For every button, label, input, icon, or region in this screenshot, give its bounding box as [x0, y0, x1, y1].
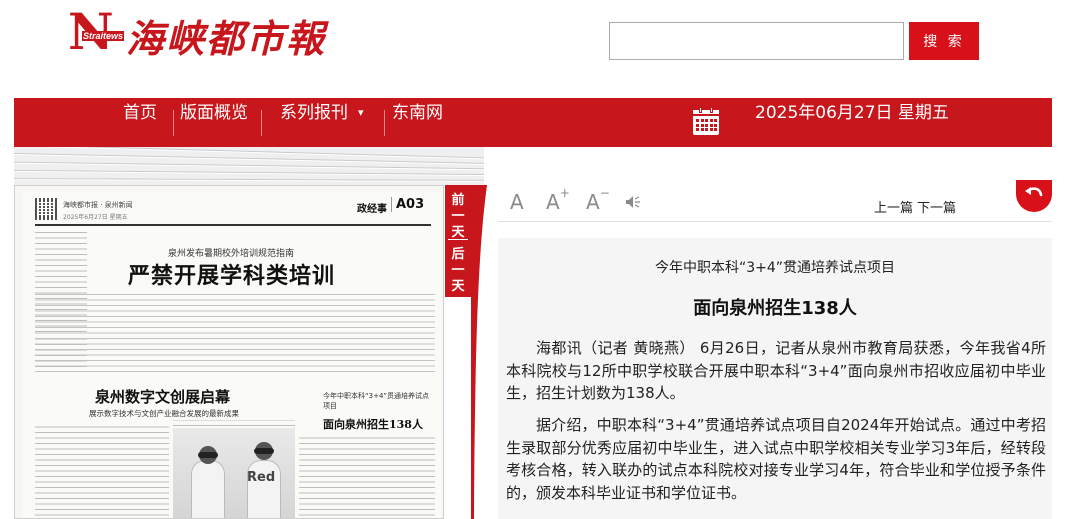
search-button[interactable]: 搜 索 [909, 22, 979, 60]
page-edge-curve [471, 185, 487, 519]
font-decrease-letter: A [586, 190, 600, 214]
nav-item-series-label: 系列报刊 [280, 103, 348, 123]
site-logo[interactable]: N Straitews 海峡都市報 [68, 7, 326, 61]
paper-date: 2025年6月27日 星期五 [63, 214, 128, 221]
paper-meta: 海峡都市报 · 泉州新闻 [63, 201, 133, 209]
article-kicker: 今年中职本科“3+4”贯通培养试点项目 [654, 260, 896, 276]
article-content: 今年中职本科“3+4”贯通培养试点项目 面向泉州招生138人 海都讯（记者 黄晓… [498, 238, 1052, 519]
article-title: 面向泉州招生138人 [693, 298, 857, 319]
return-arrow-icon [1025, 187, 1043, 197]
newspaper-page-view[interactable]: 海峡都市报 · 泉州新闻 2025年6月27日 星期五 政经事 A03 泉州发布… [14, 185, 444, 519]
qr-code-icon [35, 198, 57, 220]
logo-mark: N Straitews [68, 7, 125, 57]
font-increase-mark: + [559, 186, 570, 201]
current-date: 2025年06月27日 星期五 [755, 103, 949, 123]
speaker-icon[interactable] [625, 194, 641, 210]
paper-page-number: A03 [391, 197, 424, 212]
page-stack-decoration [14, 147, 484, 185]
photo-sign-text: Red [247, 470, 276, 485]
caret-down-icon: ▾ [358, 106, 364, 119]
font-increase-button[interactable]: A+ [546, 186, 570, 214]
nav-item-series[interactable]: 系列报刊 ▾ [280, 98, 364, 147]
nav-item-home[interactable]: 首页 [123, 98, 157, 147]
nav-item-dongnan[interactable]: 东南网 [392, 98, 443, 147]
prev-article-link[interactable]: 上一篇 [874, 201, 913, 216]
tab-divider [448, 239, 468, 240]
article-toolbar: A A+ A− 上一篇 下一篇 [498, 185, 1052, 222]
logo-brand: Straitews [82, 31, 125, 41]
prev-day-char: 天 [451, 225, 465, 240]
article-pager: 上一篇 下一篇 [874, 197, 960, 216]
paper-text-block[interactable] [35, 424, 169, 518]
paper-text-block[interactable] [299, 434, 435, 518]
nav-item-layout-overview[interactable]: 版面概览 [180, 98, 248, 147]
paper-subhead-2: 展示数字技术与文创产业融合发展的最新成果 [89, 409, 239, 418]
day-switch-tab: 前 一 天 后 一 天 [445, 185, 471, 297]
nav-divider [384, 110, 385, 136]
calendar-icon[interactable] [693, 107, 719, 135]
nav-divider [173, 110, 174, 136]
paper-kicker-3[interactable]: 今年中职本科“3+4”贯通培养试点项目 [323, 391, 433, 411]
paper-text-block[interactable] [35, 290, 435, 372]
paper-section: 政经事 [357, 204, 387, 215]
paper-headline-3[interactable]: 面向泉州招生138人 [323, 416, 423, 432]
font-normal-button[interactable]: A [510, 190, 524, 214]
font-increase-letter: A [546, 190, 560, 214]
paper-headline-1[interactable]: 严禁开展学科类培训 [128, 258, 335, 290]
article-paragraph: 据介绍，中职本科“3+4”贯通培养试点项目自2024年开始试点。通过中考招生录取… [506, 416, 1046, 502]
next-article-link[interactable]: 下一篇 [917, 201, 956, 216]
font-decrease-button[interactable]: A− [586, 186, 610, 214]
search-input[interactable] [609, 22, 904, 60]
logo-title: 海峡都市報 [126, 15, 327, 61]
newspaper-page: 海峡都市报 · 泉州新闻 2025年6月27日 星期五 政经事 A03 泉州发布… [23, 192, 441, 518]
main-navbar: 首页 版面概览 系列报刊 ▾ 东南网 2025年06月27日 星期五 [14, 98, 1052, 147]
paper-photo[interactable]: Red [173, 428, 295, 518]
nav-divider [261, 110, 262, 136]
paper-rule [35, 224, 431, 226]
next-day-char: 天 [451, 279, 465, 294]
font-decrease-mark: − [599, 186, 610, 201]
paper-text-block [173, 420, 295, 426]
paper-headline-2[interactable]: 泉州数字文创展启幕 [95, 386, 230, 407]
article-paragraph: 海都讯（记者 黄晓燕） 6月26日，记者从泉州市教育局获悉，今年我省4所本科院校… [506, 339, 1046, 402]
